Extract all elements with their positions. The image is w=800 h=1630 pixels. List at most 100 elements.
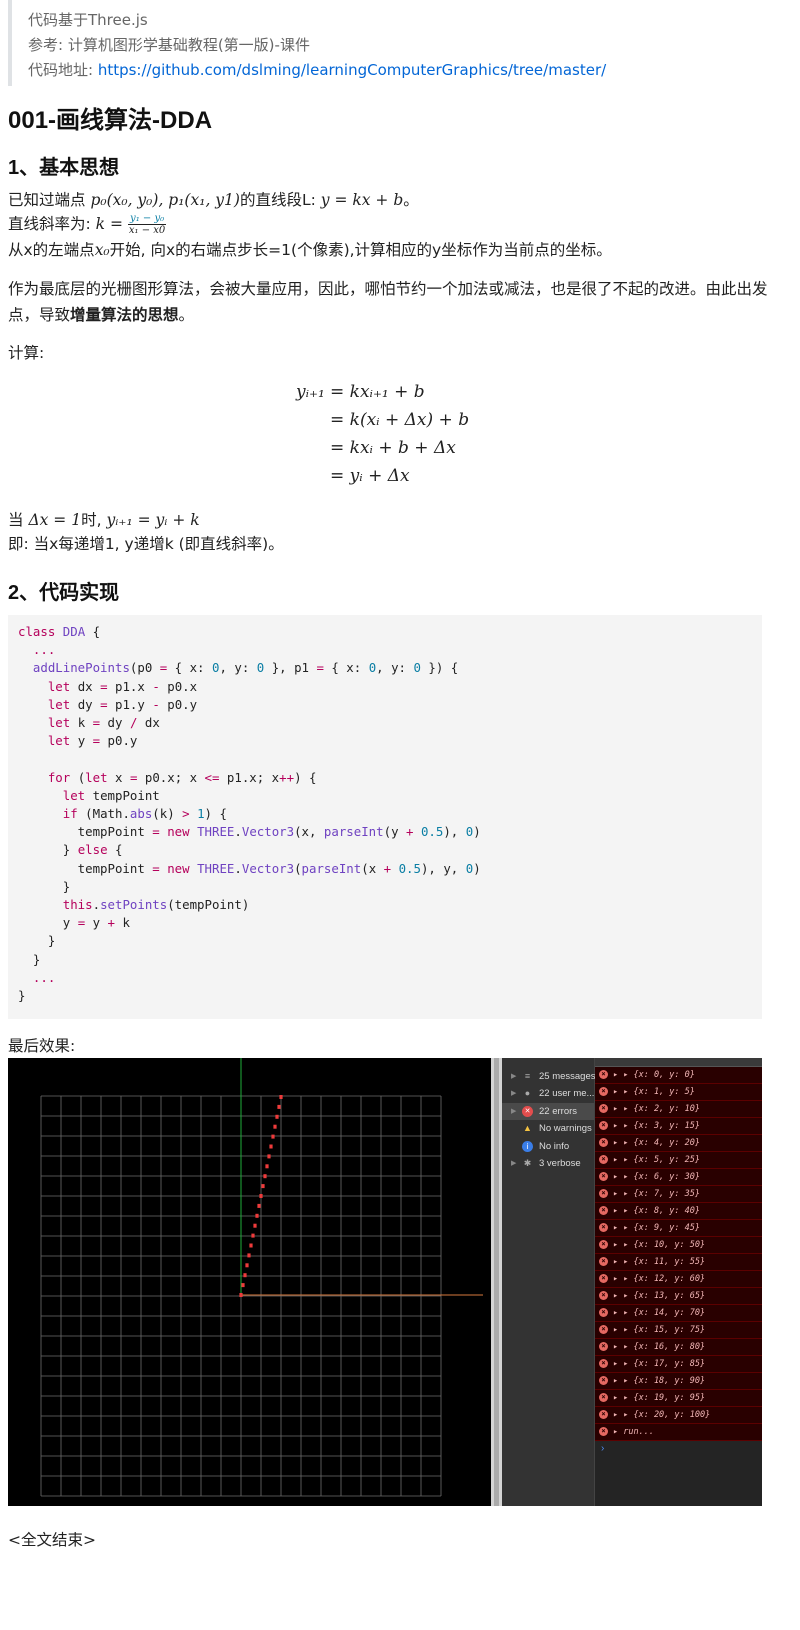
quote-line-threejs: 代码基于Three.js xyxy=(28,11,148,29)
equation-row: yᵢ₊₁ = kxᵢ₊₁ + b xyxy=(296,378,469,406)
endpoint-definition: 已知过端点 p₀(x₀, y₀), p₁(x₁, y1)的直线段L: y = k… xyxy=(8,187,793,213)
equation-row: = k(xᵢ + Δx) + b xyxy=(296,406,469,434)
reference-blockquote: 代码基于Three.js 参考: 计算机图形学基础教程(第一版)-课件 代码地址… xyxy=(8,0,768,86)
incremental-end: 。 xyxy=(178,306,195,324)
console-error-row[interactable]: × ▸ ▸ {x: 10, y: 50} xyxy=(595,1237,762,1254)
sidebar-item-verbose[interactable]: ▶ ✱ 3 verbose xyxy=(502,1155,594,1172)
console-error-row[interactable]: × ▸ ▸ {x: 19, y: 95} xyxy=(595,1390,762,1407)
error-icon: × xyxy=(599,1274,608,1283)
console-error-row[interactable]: × ▸ ▸ {x: 20, y: 100} xyxy=(595,1407,762,1424)
error-icon: × xyxy=(599,1325,608,1334)
slope-symbol: k = xyxy=(95,215,128,233)
console-log-text: ▸ ▸ {x: 16, y: 80} xyxy=(613,1342,706,1352)
equation-rhs: = kxᵢ + b + Δx xyxy=(330,438,456,458)
console-log-text: ▸ ▸ {x: 14, y: 70} xyxy=(613,1308,706,1318)
console-error-row[interactable]: × ▸ ▸ {x: 18, y: 90} xyxy=(595,1373,762,1390)
error-icon: × xyxy=(599,1308,608,1317)
dda-point xyxy=(243,1273,247,1278)
console-error-row[interactable]: × ▸ ▸ {x: 15, y: 75} xyxy=(595,1322,762,1339)
threejs-canvas[interactable] xyxy=(8,1058,491,1506)
equation-lhs: yᵢ₊₁ xyxy=(296,382,325,402)
console-error-row[interactable]: × ▸ ▸ {x: 4, y: 20} xyxy=(595,1135,762,1152)
console-error-row[interactable]: × ▸ ▸ {x: 0, y: 0} xyxy=(595,1067,762,1084)
dda-point xyxy=(255,1213,259,1218)
incremental-bold: 增量算法的思想 xyxy=(70,306,179,324)
console-error-row[interactable]: × ▸ ▸ {x: 16, y: 80} xyxy=(595,1339,762,1356)
section-heading-basic-idea: 1、基本思想 xyxy=(8,157,120,179)
end-of-article: <全文结束> xyxy=(8,1531,96,1549)
console-log-text: ▸ ▸ {x: 11, y: 55} xyxy=(613,1257,706,1267)
error-icon: × xyxy=(599,1087,608,1096)
dda-point xyxy=(257,1203,261,1208)
error-icon: × xyxy=(599,1393,608,1402)
console-error-row[interactable]: × ▸ ▸ {x: 17, y: 85} xyxy=(595,1356,762,1373)
error-icon: × xyxy=(599,1291,608,1300)
sidebar-item-messages[interactable]: ▶ ≡ 25 messages xyxy=(502,1068,596,1085)
increment-condition: 当 Δx = 1时, yᵢ₊₁ = yᵢ + k xyxy=(8,507,793,533)
equation-rhs: = yᵢ + Δx xyxy=(330,466,410,486)
sidebar-item-user-messages[interactable]: ▶ ● 22 user me... xyxy=(502,1085,594,1102)
user-icon: ● xyxy=(524,1088,531,1098)
github-link[interactable]: https://github.com/dslming/learningCompu… xyxy=(98,61,606,79)
error-icon: × xyxy=(599,1189,608,1198)
endpoint-math: p₀(x₀, y₀), p₁(x₁, y1) xyxy=(90,191,240,209)
console-error-row[interactable]: × ▸ ▸ {x: 9, y: 45} xyxy=(595,1220,762,1237)
slope-denominator: x₁ − x0 xyxy=(128,225,166,236)
console-error-row[interactable]: × ▸ ▸ {x: 5, y: 25} xyxy=(595,1152,762,1169)
console-error-row[interactable]: × ▸ ▸ {x: 11, y: 55} xyxy=(595,1254,762,1271)
endpoint-text-prefix: 已知过端点 xyxy=(8,191,91,209)
console-sidebar: ▶ ≡ 25 messages ▶ ● 22 user me... ▶ ✕ 22 error… xyxy=(502,1058,596,1506)
console-error-row[interactable]: × ▸ ▸ {x: 7, y: 35} xyxy=(595,1186,762,1203)
equation-rhs: = k(xᵢ + Δx) + b xyxy=(330,410,470,430)
error-icon: × xyxy=(599,1240,608,1249)
condition-math-y: yᵢ₊₁ = yᵢ + k xyxy=(106,511,200,529)
sidebar-label: 25 messages xyxy=(539,1071,596,1082)
condition-math-dx: Δx = 1 xyxy=(28,511,82,529)
dda-point xyxy=(267,1154,271,1159)
console-log-text: ▸ ▸ {x: 2, y: 10} xyxy=(613,1104,700,1114)
console-error-row[interactable]: × ▸ run... xyxy=(595,1424,762,1441)
equation-row: = yᵢ + Δx xyxy=(296,462,469,490)
console-error-row[interactable]: × ▸ ▸ {x: 6, y: 30} xyxy=(595,1169,762,1186)
console-error-row[interactable]: × ▸ ▸ {x: 12, y: 60} xyxy=(595,1271,762,1288)
console-prompt[interactable]: › xyxy=(595,1441,762,1457)
error-icon: × xyxy=(599,1223,608,1232)
error-icon: × xyxy=(599,1104,608,1113)
console-log-text: ▸ ▸ {x: 12, y: 60} xyxy=(613,1274,706,1284)
console-log-text: ▸ ▸ {x: 13, y: 65} xyxy=(613,1291,706,1301)
dda-point xyxy=(271,1134,275,1139)
sidebar-item-info[interactable]: i No info xyxy=(502,1138,594,1155)
error-icon: × xyxy=(599,1257,608,1266)
console-error-row[interactable]: × ▸ ▸ {x: 13, y: 65} xyxy=(595,1288,762,1305)
console-error-row[interactable]: × ▸ ▸ {x: 2, y: 10} xyxy=(595,1101,762,1118)
code-block: class DDA { ... addLinePoints(p0 = { x: … xyxy=(8,615,762,1019)
calc-label: 计算: xyxy=(8,344,45,362)
panel-divider[interactable] xyxy=(491,1058,502,1506)
sidebar-item-warnings[interactable]: ▲ No warnings xyxy=(502,1120,594,1137)
code-content: class DDA { ... addLinePoints(p0 = { x: … xyxy=(18,624,481,1004)
console-log-text: ▸ ▸ {x: 1, y: 5} xyxy=(613,1087,695,1097)
console-log-text: ▸ ▸ {x: 3, y: 15} xyxy=(613,1121,700,1131)
bug-icon: ✱ xyxy=(523,1158,532,1168)
error-icon: × xyxy=(599,1206,608,1215)
console-error-row[interactable]: × ▸ ▸ {x: 8, y: 40} xyxy=(595,1203,762,1220)
dda-point xyxy=(273,1124,277,1129)
error-icon: × xyxy=(599,1427,608,1436)
endpoint-text-mid: 的直线段L: xyxy=(239,191,321,209)
dda-point xyxy=(265,1164,269,1169)
console-error-row[interactable]: × ▸ ▸ {x: 3, y: 15} xyxy=(595,1118,762,1135)
sidebar-item-errors[interactable]: ▶ ✕ 22 errors xyxy=(502,1103,594,1120)
dda-point xyxy=(259,1194,263,1198)
quote-line-code-url: 代码地址: https://github.com/dslming/learnin… xyxy=(28,58,768,83)
increment-summary: 即: 当x每递增1, y递增k (即直线斜率)。 xyxy=(8,535,284,553)
slope-fraction: y₁ − y₀ x₁ − x0 xyxy=(127,213,167,236)
dda-point xyxy=(275,1114,279,1119)
console-error-row[interactable]: × ▸ ▸ {x: 14, y: 70} xyxy=(595,1305,762,1322)
list-icon: ≡ xyxy=(524,1071,531,1081)
error-icon: × xyxy=(599,1121,608,1130)
step-text-rest: 开始, 向x的右端点步长=1(个像素),计算相应的y坐标作为当前点的坐标。 xyxy=(109,241,612,259)
dda-point xyxy=(277,1104,281,1109)
console-log-text: ▸ ▸ {x: 20, y: 100} xyxy=(613,1410,711,1420)
condition-prefix: 当 xyxy=(8,511,29,529)
console-error-row[interactable]: × ▸ ▸ {x: 1, y: 5} xyxy=(595,1084,762,1101)
